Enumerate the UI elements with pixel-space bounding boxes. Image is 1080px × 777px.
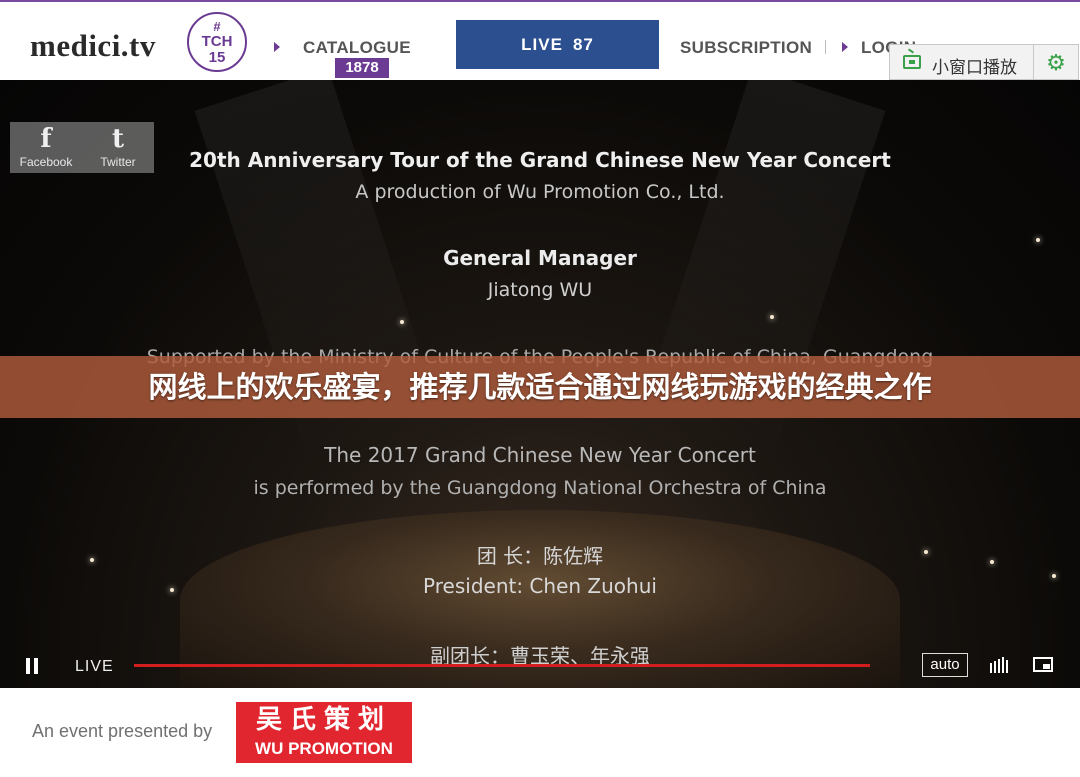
quality-button[interactable]: auto [922, 653, 968, 677]
live-label: LIVE [521, 35, 563, 54]
credit-title: 20th Anniversary Tour of the Grand Chine… [189, 148, 891, 172]
progress-bar[interactable] [134, 664, 870, 667]
credit-president-cn: 团 长：陈佐辉 [476, 544, 604, 568]
pause-icon[interactable] [26, 658, 38, 674]
credit-name: Jiatong WU [487, 279, 593, 301]
article-title: 网线上的欢乐盛宴，推荐几款适合通过网线玩游戏的经典之作 [148, 370, 932, 404]
player-controls: LIVE auto [0, 643, 1080, 688]
credit-concert: The 2017 Grand Chinese New Year Concert [324, 443, 756, 467]
event-presented-text: An event presented by [32, 721, 213, 741]
badge-line2: 15 [208, 49, 226, 66]
nav-subscription[interactable]: SUBSCRIPTION [680, 38, 812, 58]
catalogue-count-badge: 1878 [335, 58, 389, 78]
hall-light [400, 320, 404, 324]
badge-line1: TCH [201, 33, 233, 50]
chevron-right-icon [274, 42, 280, 52]
sponsor-name-cn: 吴氏策划 [255, 705, 392, 735]
article-title-banner: 网线上的欢乐盛宴，推荐几款适合通过网线玩游戏的经典之作 [0, 356, 1080, 418]
volume-bars-icon[interactable] [990, 657, 1010, 673]
chevron-right-icon [842, 42, 848, 52]
sponsor-name-en: WU PROMOTION [255, 739, 393, 758]
site-header: medici.tv # TCH 15 CATALOGUE 1878 LIVE 87… [0, 0, 1080, 80]
credit-role: General Manager [443, 246, 637, 270]
mini-window-button[interactable]: 小窗口播放 [890, 45, 1034, 79]
credit-performed: is performed by the Guangdong National O… [253, 477, 827, 499]
site-logo[interactable]: medici.tv [30, 28, 156, 64]
credit-production: A production of Wu Promotion Co., Ltd. [355, 181, 725, 203]
tch15-badge[interactable]: # TCH 15 [187, 12, 247, 72]
tv-icon [903, 55, 921, 69]
sponsor-footer: An event presented by 吴氏策划 WU PROMOTION [0, 688, 1080, 777]
nav-catalogue[interactable]: CATALOGUE [303, 38, 411, 58]
hall-light [770, 315, 774, 319]
nav-divider [825, 40, 826, 54]
live-indicator: LIVE [75, 658, 114, 675]
nav-live-button[interactable]: LIVE 87 [456, 20, 659, 69]
gear-icon[interactable]: ⚙ [1044, 51, 1068, 75]
picture-in-picture-icon[interactable] [1033, 657, 1053, 672]
badge-hash: # [213, 19, 221, 34]
wu-promotion-logo[interactable]: 吴氏策划 WU PROMOTION [236, 702, 412, 763]
live-count: 87 [572, 35, 594, 54]
mini-window-label: 小窗口播放 [932, 58, 1017, 78]
mini-player-toolbar: 小窗口播放 ⚙ [889, 44, 1079, 80]
video-player[interactable]: f Facebook t Twitter 20th Anniversary To… [0, 80, 1080, 688]
hall-light [1036, 238, 1040, 242]
progress-fill [134, 664, 870, 667]
credit-president-en: President: Chen Zuohui [423, 574, 657, 598]
